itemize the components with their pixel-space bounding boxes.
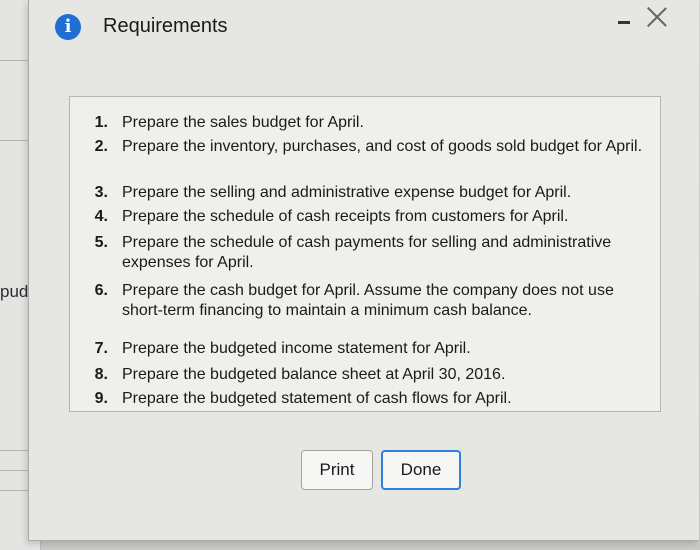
item-text: Prepare the cash budget for April. Assum…	[122, 282, 614, 319]
item-text: Prepare the schedule of cash payments fo…	[122, 234, 612, 271]
item-number: 1.	[94, 114, 108, 131]
item-text: Prepare the schedule of cash receipts fr…	[122, 208, 569, 225]
item-number: 8.	[94, 366, 108, 383]
item-text: Prepare the inventory, purchases, and co…	[122, 138, 643, 155]
item-text: Prepare the budgeted balance sheet at Ap…	[122, 366, 506, 383]
item-text: Prepare the sales budget for April.	[122, 114, 364, 131]
dialog-titlebar: i Requirements	[29, 0, 699, 56]
info-icon: i	[55, 14, 81, 40]
dialog-title: Requirements	[103, 15, 228, 37]
item-number: 4.	[94, 208, 108, 225]
item-number: 9.	[94, 390, 108, 407]
requirements-panel: 1. Prepare the sales budget for April. 2…	[69, 96, 661, 412]
minimize-icon[interactable]	[616, 12, 632, 28]
item-number: 7.	[94, 340, 108, 357]
item-text: Prepare the budgeted statement of cash f…	[122, 390, 512, 407]
close-icon[interactable]	[644, 4, 670, 30]
item-number: 3.	[94, 184, 108, 201]
requirements-dialog: i Requirements 1. Prepare the sales budg…	[28, 0, 699, 541]
print-button[interactable]: Print	[301, 450, 373, 490]
item-number: 5.	[94, 234, 108, 251]
item-number: 2.	[94, 138, 108, 155]
item-number: 6.	[94, 282, 108, 299]
item-text: Prepare the budgeted income statement fo…	[122, 340, 471, 357]
item-text: Prepare the selling and administrative e…	[122, 184, 572, 201]
done-button[interactable]: Done	[381, 450, 461, 490]
